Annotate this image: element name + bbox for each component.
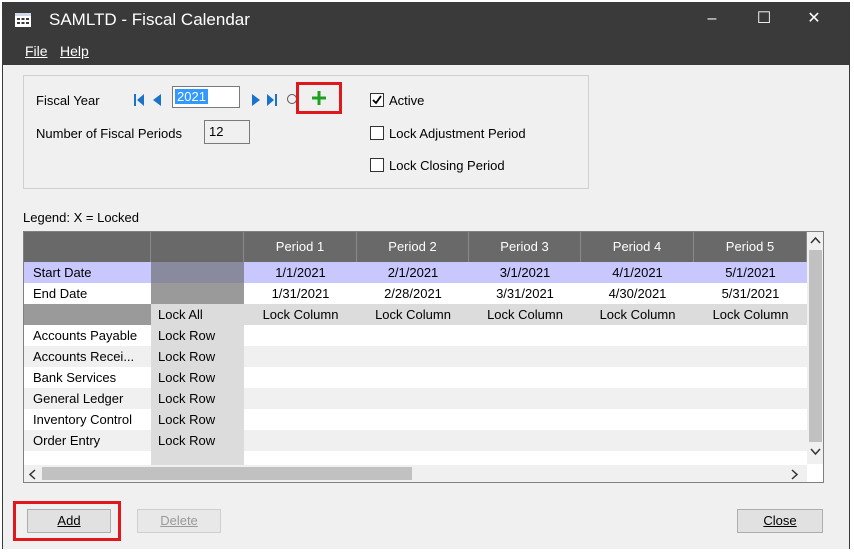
- end-date-cell[interactable]: 1/31/2021: [244, 283, 357, 304]
- last-record-icon[interactable]: [267, 93, 277, 107]
- window-title: SAMLTD - Fiscal Calendar: [49, 10, 250, 29]
- add-year-icon[interactable]: [311, 90, 327, 106]
- lock-column-button[interactable]: Lock Column: [469, 304, 581, 325]
- fiscal-periods-grid[interactable]: Period 1 Period 2 Period 3 Period 4 Peri…: [23, 231, 824, 483]
- scroll-down-icon[interactable]: [810, 448, 821, 456]
- module-name: Order Entry: [33, 433, 101, 448]
- vertical-scroll-thumb[interactable]: [809, 250, 822, 442]
- start-date-cell[interactable]: 4/1/2021: [581, 262, 694, 283]
- horizontal-scrollbar[interactable]: [24, 465, 807, 482]
- lock-row-button[interactable]: Lock Row: [151, 388, 244, 409]
- check-icon: [372, 95, 382, 105]
- module-row[interactable]: Accounts Payable Lock Row: [24, 325, 807, 346]
- active-checkbox[interactable]: [370, 93, 384, 107]
- row-lock-cell: [151, 283, 244, 304]
- row-lock-cell: [151, 262, 244, 283]
- module-name: General Ledger: [33, 391, 124, 406]
- lock-column-button[interactable]: Lock Column: [694, 304, 807, 325]
- minimize-icon: ‒: [707, 10, 717, 27]
- lock-adjustment-label: Lock Adjustment Period: [389, 126, 526, 141]
- module-row[interactable]: General Ledger Lock Row: [24, 388, 807, 409]
- end-date-row[interactable]: End Date 1/31/2021 2/28/2021 3/31/2021 4…: [24, 283, 807, 304]
- period-header: Period 3: [469, 232, 581, 262]
- row-label: Start Date: [33, 265, 92, 280]
- module-row[interactable]: Inventory Control Lock Row: [24, 409, 807, 430]
- maximize-icon: ☐: [756, 10, 772, 27]
- vertical-scrollbar[interactable]: [807, 232, 823, 464]
- lock-closing-checkbox[interactable]: [370, 158, 384, 172]
- close-window-button[interactable]: ✕: [791, 3, 837, 37]
- module-row-partial[interactable]: [24, 451, 807, 465]
- lock-column-button[interactable]: Lock Column: [357, 304, 469, 325]
- lock-column-row: Lock All Lock Column Lock Column Lock Co…: [24, 304, 807, 325]
- period-header: Period 5: [694, 232, 807, 262]
- start-date-cell[interactable]: 5/1/2021: [694, 262, 807, 283]
- row-label: [24, 304, 151, 325]
- period-header: Period 4: [581, 232, 694, 262]
- module-name: Accounts Recei...: [33, 349, 135, 364]
- start-date-cell[interactable]: 1/1/2021: [244, 262, 357, 283]
- module-row[interactable]: Accounts Recei... Lock Row: [24, 346, 807, 367]
- lock-row-button[interactable]: Lock Row: [151, 409, 244, 430]
- fiscal-year-group: Fiscal Year 2021 Number of Fiscal Period…: [23, 75, 589, 189]
- row-label: End Date: [33, 286, 88, 301]
- end-date-cell[interactable]: 3/31/2021: [469, 283, 581, 304]
- module-row[interactable]: Bank Services Lock Row: [24, 367, 807, 388]
- fiscal-year-input[interactable]: 2021: [172, 86, 240, 108]
- grid-header-row: Period 1 Period 2 Period 3 Period 4 Peri…: [24, 232, 807, 262]
- first-record-icon[interactable]: [134, 93, 144, 107]
- fiscal-year-label: Fiscal Year: [36, 93, 100, 108]
- legend-text: Legend: X = Locked: [23, 210, 140, 225]
- lock-row-button[interactable]: Lock Row: [151, 325, 244, 346]
- end-date-cell[interactable]: 5/31/2021: [694, 283, 807, 304]
- menu-help[interactable]: Help: [60, 43, 89, 59]
- next-record-icon[interactable]: [251, 93, 261, 107]
- close-button[interactable]: Close: [737, 509, 823, 533]
- fiscal-year-value: 2021: [175, 89, 208, 104]
- fiscal-periods-label: Number of Fiscal Periods: [36, 126, 182, 141]
- scroll-right-icon[interactable]: [791, 469, 799, 480]
- menu-bar: File Help: [3, 37, 849, 65]
- start-date-cell[interactable]: 3/1/2021: [469, 262, 581, 283]
- module-name: Accounts Payable: [33, 328, 138, 343]
- main-content: Fiscal Year 2021 Number of Fiscal Period…: [3, 65, 849, 549]
- module-name: Bank Services: [33, 370, 117, 385]
- lock-all-button[interactable]: Lock All: [151, 304, 244, 325]
- module-name: Inventory Control: [33, 412, 132, 427]
- lock-column-button[interactable]: Lock Column: [244, 304, 357, 325]
- end-date-cell[interactable]: 4/30/2021: [581, 283, 694, 304]
- grid-lock-header: [151, 232, 244, 262]
- start-date-cell[interactable]: 2/1/2021: [357, 262, 469, 283]
- fiscal-periods-field: 12: [204, 120, 250, 144]
- add-button[interactable]: Add: [27, 509, 111, 533]
- scroll-left-icon[interactable]: [28, 469, 36, 480]
- previous-record-icon[interactable]: [152, 93, 162, 107]
- period-header: Period 1: [244, 232, 357, 262]
- lock-row-button[interactable]: Lock Row: [151, 367, 244, 388]
- close-icon: ✕: [807, 10, 821, 27]
- delete-button[interactable]: Delete: [137, 509, 221, 533]
- period-header: Period 2: [357, 232, 469, 262]
- grid-corner-cell: [24, 232, 151, 262]
- lock-row-button[interactable]: Lock Row: [151, 346, 244, 367]
- end-date-cell[interactable]: 2/28/2021: [357, 283, 469, 304]
- scroll-up-icon[interactable]: [810, 236, 821, 244]
- module-row[interactable]: Order Entry Lock Row: [24, 430, 807, 451]
- minimize-button[interactable]: ‒: [689, 3, 735, 37]
- title-bar[interactable]: SAMLTD - Fiscal Calendar ‒ ☐ ✕: [3, 3, 849, 37]
- lock-column-button[interactable]: Lock Column: [581, 304, 694, 325]
- maximize-button[interactable]: ☐: [741, 3, 787, 37]
- fiscal-calendar-window: SAMLTD - Fiscal Calendar ‒ ☐ ✕ File Help…: [2, 2, 850, 549]
- lock-row-button[interactable]: Lock Row: [151, 430, 244, 451]
- menu-file[interactable]: File: [25, 43, 48, 59]
- lock-row-button[interactable]: [151, 451, 244, 465]
- horizontal-scroll-thumb[interactable]: [42, 467, 412, 480]
- start-date-row[interactable]: Start Date 1/1/2021 2/1/2021 3/1/2021 4/…: [24, 262, 807, 283]
- lock-closing-label: Lock Closing Period: [389, 158, 505, 173]
- active-label: Active: [389, 93, 425, 108]
- calendar-app-icon: [15, 13, 31, 27]
- lock-adjustment-checkbox[interactable]: [370, 126, 384, 140]
